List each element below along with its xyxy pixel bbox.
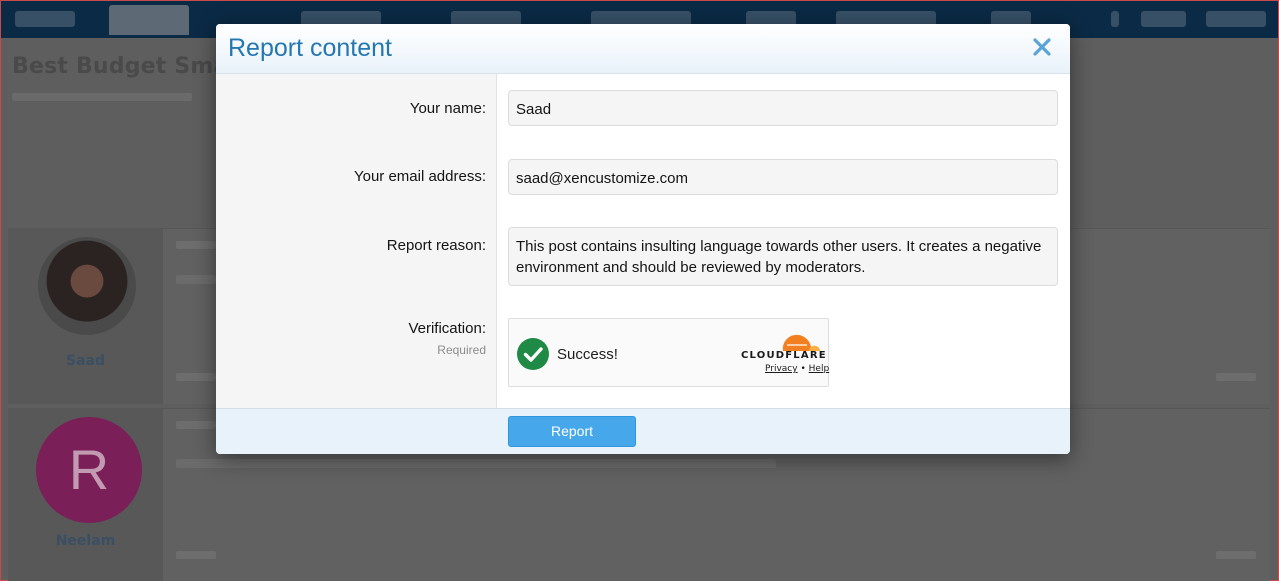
post-date xyxy=(176,421,216,429)
avatar xyxy=(38,237,136,335)
name-label: Your name: xyxy=(409,100,486,117)
thread-meta xyxy=(12,93,192,101)
nav-item-home xyxy=(15,11,75,27)
nav-item-register xyxy=(1206,11,1266,27)
cloudflare-captcha-widget[interactable]: Success! CLOUDFLARE Privacy • Help xyxy=(508,318,829,387)
email-label: Your email address: xyxy=(353,168,486,185)
email-field[interactable]: saad@xencustomize.com xyxy=(508,159,1058,195)
avatar: R xyxy=(36,417,142,523)
report-link xyxy=(176,373,216,381)
dialog-footer: Report xyxy=(216,408,1070,454)
report-reason-textarea[interactable]: This post contains insulting language to… xyxy=(508,227,1058,286)
nav-item-login xyxy=(1141,11,1186,27)
captcha-status: Success! xyxy=(557,346,618,363)
post-user-panel: R Neelam xyxy=(8,409,163,581)
close-x-icon xyxy=(1033,38,1051,56)
post-text xyxy=(176,275,216,284)
verification-label: Verification: xyxy=(408,320,486,337)
cloudflare-logo-text: CLOUDFLARE xyxy=(741,350,827,361)
name-field[interactable]: Saad xyxy=(508,90,1058,126)
help-link[interactable]: Help xyxy=(809,364,830,374)
required-hint: Required xyxy=(437,343,486,357)
search-icon xyxy=(1111,11,1119,27)
form-label-column: Your name: Your email address: Report re… xyxy=(216,74,497,408)
link-separator: • xyxy=(800,364,806,374)
thread-title: Best Budget Smar xyxy=(12,54,240,79)
report-link xyxy=(176,551,216,559)
reply-link xyxy=(1216,551,1256,559)
post-username: Neelam xyxy=(55,533,116,549)
post-text xyxy=(176,459,776,468)
post-username: Saad xyxy=(66,353,105,369)
dialog-header: Report content xyxy=(216,24,1070,74)
close-button[interactable] xyxy=(1030,35,1054,59)
success-check-icon xyxy=(517,338,549,370)
report-button[interactable]: Report xyxy=(508,416,636,447)
reply-link xyxy=(1216,373,1256,381)
post-user-panel: Saad xyxy=(8,229,163,404)
post-date xyxy=(176,241,216,249)
nav-item-forums xyxy=(109,5,189,35)
captcha-links: Privacy • Help xyxy=(765,364,829,374)
reason-label: Report reason: xyxy=(386,237,486,254)
dialog-title: Report content xyxy=(228,34,392,62)
report-content-dialog: Report content Your name: Your email add… xyxy=(216,24,1070,454)
privacy-link[interactable]: Privacy xyxy=(765,364,798,374)
